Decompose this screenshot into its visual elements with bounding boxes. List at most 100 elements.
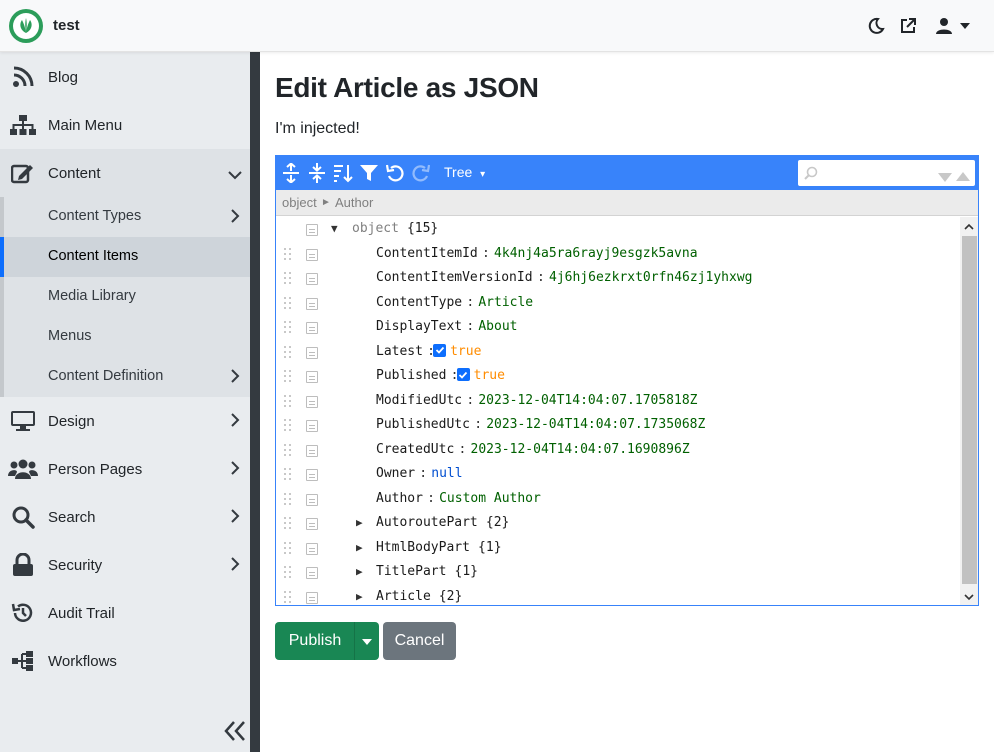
json-field-value[interactable]: true	[474, 368, 505, 383]
sidebar-item-search[interactable]: Search	[0, 493, 250, 541]
drag-handle-icon[interactable]	[283, 590, 293, 604]
scroll-down-icon[interactable]	[963, 590, 975, 602]
json-field-key[interactable]: Latest	[376, 344, 423, 359]
publish-button[interactable]: Publish	[275, 622, 355, 660]
context-menu-icon[interactable]	[306, 542, 318, 555]
context-menu-icon[interactable]	[306, 469, 318, 481]
json-field-key[interactable]: ContentItemVersionId	[376, 270, 533, 285]
drag-handle-icon[interactable]	[283, 394, 293, 408]
context-menu-icon[interactable]	[306, 371, 318, 383]
json-field-key[interactable]: Owner	[376, 466, 415, 481]
drag-handle-icon[interactable]	[283, 566, 293, 579]
json-field-key[interactable]: ContentType	[376, 295, 462, 310]
json-field-value[interactable]: 2023-12-04T14:04:07.1690896Z	[471, 442, 690, 457]
sidebar-item-workflows[interactable]: Workflows	[0, 637, 250, 685]
json-field-key[interactable]: ContentItemId	[376, 246, 478, 261]
json-field-value[interactable]: 4j6hj6ezkrxt0rfn46zj1yhxwg	[549, 270, 753, 285]
drag-handle-icon[interactable]	[283, 370, 293, 383]
collapse-all-icon[interactable]	[305, 161, 329, 185]
expand-toggle-icon[interactable]: ▶	[356, 565, 363, 578]
caret-down-icon[interactable]	[958, 16, 972, 36]
context-menu-icon[interactable]	[306, 567, 318, 579]
json-boolean-checkbox[interactable]	[433, 343, 447, 357]
json-field-key[interactable]: Published	[376, 368, 446, 383]
expand-all-icon[interactable]	[279, 161, 303, 185]
context-menu-icon[interactable]	[306, 420, 318, 432]
json-boolean-checkbox[interactable]	[456, 368, 470, 381]
breadcrumb-object[interactable]: object	[282, 195, 317, 210]
context-menu-icon[interactable]	[306, 224, 318, 236]
sidebar-sub-media-library[interactable]: Media Library	[0, 277, 250, 317]
context-menu-icon[interactable]	[306, 248, 318, 261]
context-menu-icon[interactable]	[306, 273, 318, 285]
sidebar-item-person-pages[interactable]: Person Pages	[0, 445, 250, 493]
context-menu-icon[interactable]	[306, 395, 318, 408]
undo-icon[interactable]	[383, 161, 407, 185]
drag-handle-icon[interactable]	[283, 541, 293, 555]
sidebar-sub-content-items[interactable]: Content Items	[0, 237, 250, 277]
context-menu-icon[interactable]	[306, 444, 318, 457]
drag-handle-icon[interactable]	[283, 468, 293, 481]
context-menu-icon[interactable]	[306, 297, 318, 310]
sidebar-item-blog[interactable]: Blog	[0, 53, 250, 101]
sidebar-item-design[interactable]: Design	[0, 397, 250, 445]
logo-icon[interactable]	[9, 9, 43, 43]
sidebar-item-main-menu[interactable]: Main Menu	[0, 101, 250, 149]
mode-selector[interactable]: Tree ▾	[444, 164, 485, 180]
scroll-up-icon[interactable]	[963, 220, 975, 232]
search-next-icon[interactable]	[938, 169, 952, 187]
json-field-value[interactable]: Custom Author	[439, 491, 541, 506]
expand-toggle-icon[interactable]: ▼	[331, 222, 338, 235]
sidebar-item-security[interactable]: Security	[0, 541, 250, 589]
expand-toggle-icon[interactable]: ▶	[356, 516, 363, 529]
breadcrumb-author[interactable]: Author	[335, 195, 373, 210]
json-object-key[interactable]: HtmlBodyPart	[376, 540, 470, 555]
drag-handle-icon[interactable]	[283, 321, 293, 334]
json-object-key[interactable]: TitlePart	[376, 564, 446, 579]
json-object-key[interactable]: Article	[376, 589, 431, 604]
expand-toggle-icon[interactable]: ▶	[356, 541, 363, 554]
json-field-key[interactable]: CreatedUtc	[376, 442, 454, 457]
external-link-icon[interactable]	[898, 16, 918, 36]
json-field-value[interactable]: null	[431, 466, 462, 481]
sidebar-item-content[interactable]: Content	[0, 149, 250, 197]
json-field-key[interactable]: Author	[376, 491, 423, 506]
sidebar-item-audit-trail[interactable]: Audit Trail	[0, 589, 250, 637]
brand-name[interactable]: test	[53, 17, 80, 34]
user-icon[interactable]	[933, 16, 955, 36]
drag-handle-icon[interactable]	[283, 492, 293, 506]
json-field-key[interactable]: ModifiedUtc	[376, 393, 462, 408]
publish-options-button[interactable]	[354, 622, 379, 660]
context-menu-icon[interactable]	[306, 322, 318, 334]
sort-icon[interactable]	[331, 161, 355, 185]
context-menu-icon[interactable]	[306, 518, 318, 530]
json-field-key[interactable]: PublishedUtc	[376, 417, 470, 432]
search-previous-icon[interactable]	[956, 168, 970, 186]
drag-handle-icon[interactable]	[283, 517, 293, 530]
json-field-value[interactable]: 2023-12-04T14:04:07.1735068Z	[486, 417, 705, 432]
json-field-value[interactable]: 4k4nj4a5ra6rayj9esgzk5avna	[494, 246, 698, 261]
context-menu-icon[interactable]	[306, 346, 318, 359]
json-search-input[interactable]	[824, 164, 934, 182]
json-tree-scroll-thumb[interactable]	[962, 236, 977, 584]
json-field-value[interactable]: About	[478, 319, 517, 334]
collapse-sidebar-icon[interactable]	[222, 718, 248, 744]
drag-handle-icon[interactable]	[283, 296, 293, 310]
sidebar-sub-content-definition[interactable]: Content Definition	[0, 357, 250, 397]
drag-handle-icon[interactable]	[283, 272, 293, 285]
context-menu-icon[interactable]	[306, 591, 318, 604]
sidebar-sub-content-types[interactable]: Content Types	[0, 197, 250, 237]
drag-handle-icon[interactable]	[283, 345, 293, 359]
expand-toggle-icon[interactable]: ▶	[356, 590, 363, 603]
cancel-button[interactable]: Cancel	[383, 622, 456, 660]
drag-handle-icon[interactable]	[283, 247, 293, 261]
drag-handle-icon[interactable]	[283, 443, 293, 457]
json-object-key[interactable]: AutoroutePart	[376, 515, 478, 530]
context-menu-icon[interactable]	[306, 493, 318, 506]
sidebar-sub-menus[interactable]: Menus	[0, 317, 250, 357]
drag-handle-icon[interactable]	[283, 419, 293, 432]
json-field-value[interactable]: true	[450, 344, 481, 359]
filter-icon[interactable]	[357, 161, 381, 185]
moon-icon[interactable]	[866, 16, 886, 36]
json-field-value[interactable]: Article	[478, 295, 533, 310]
